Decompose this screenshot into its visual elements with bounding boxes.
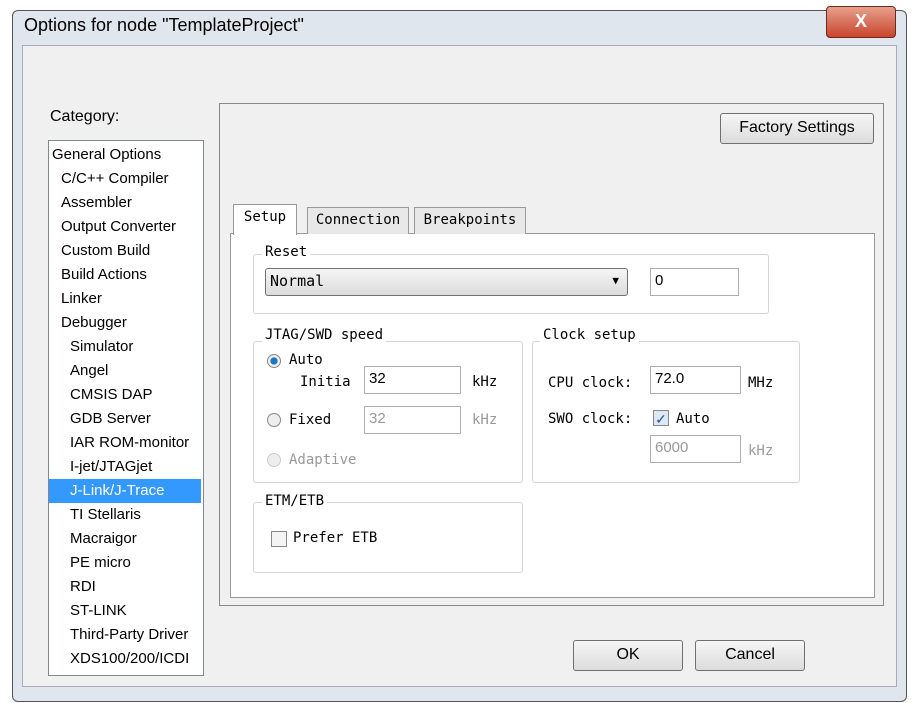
category-item[interactable]: Linker	[49, 287, 201, 311]
cpu-clock-label: CPU clock:	[548, 375, 633, 391]
close-button[interactable]: X	[826, 6, 896, 38]
fixed-label: Fixed	[289, 412, 332, 428]
category-item[interactable]: TI Stellaris	[49, 503, 201, 527]
cpu-clock-input[interactable]: 72.0	[650, 366, 741, 394]
category-item[interactable]: Debugger	[49, 311, 201, 335]
prefer-etb-checkbox[interactable]	[271, 531, 287, 547]
reset-delay-input[interactable]: 0	[650, 268, 739, 296]
category-label: Category:	[50, 108, 120, 125]
reset-label: Reset	[262, 244, 311, 260]
category-item[interactable]: XDS100/200/ICDI	[49, 647, 201, 671]
swo-clock-unit: kHz	[748, 443, 774, 459]
category-item[interactable]: Simulator	[49, 335, 201, 359]
fixed-radio[interactable]	[267, 413, 281, 427]
category-item[interactable]: C/C++ Compiler	[49, 167, 201, 191]
clock-setup-label: Clock setup	[540, 327, 639, 343]
category-item[interactable]: GDB Server	[49, 407, 201, 431]
initial-speed-input[interactable]: 32	[364, 366, 461, 394]
initial-label: Initia	[300, 374, 351, 390]
tab-connection[interactable]: Connection	[307, 207, 409, 234]
factory-settings-button[interactable]: Factory Settings	[720, 113, 874, 144]
category-item[interactable]: Custom Build	[49, 239, 201, 263]
fixed-unit: kHz	[472, 412, 498, 428]
category-item[interactable]: ST-LINK	[49, 599, 201, 623]
auto-label: Auto	[289, 352, 323, 368]
tab-breakpoints[interactable]: Breakpoints	[414, 207, 526, 234]
category-item[interactable]: General Options	[49, 143, 201, 167]
ok-button[interactable]: OK	[573, 640, 683, 671]
jtag-speed-label: JTAG/SWD speed	[262, 327, 387, 343]
cpu-clock-unit: MHz	[748, 375, 774, 391]
adaptive-radio[interactable]	[267, 453, 281, 467]
category-list[interactable]: General Options C/C++ Compiler Assembler Ou…	[48, 140, 204, 676]
category-item[interactable]: Assembler	[49, 191, 201, 215]
tab-setup[interactable]: Setup	[233, 204, 297, 235]
category-item[interactable]: CMSIS DAP	[49, 383, 201, 407]
swo-clock-input[interactable]: 6000	[650, 435, 741, 463]
chevron-down-icon: ▼	[612, 274, 619, 287]
category-item[interactable]: Output Converter	[49, 215, 201, 239]
category-item[interactable]: Macraigor	[49, 527, 201, 551]
adaptive-label: Adaptive	[289, 452, 357, 468]
category-item[interactable]: Third-Party Driver	[49, 623, 201, 647]
category-item[interactable]: Angel	[49, 359, 201, 383]
reset-mode-select[interactable]: Normal ▼	[265, 268, 628, 296]
swo-clock-label: SWO clock:	[548, 411, 633, 427]
fixed-speed-input[interactable]: 32	[364, 406, 461, 434]
category-item[interactable]: J-Link/J-Trace	[49, 479, 201, 503]
category-item[interactable]: IAR ROM-monitor	[49, 431, 201, 455]
reset-mode-value: Normal	[270, 272, 325, 290]
dialog-title: Options for node "TemplateProject"	[24, 15, 304, 35]
prefer-etb-label: Prefer ETB	[293, 530, 378, 546]
etm-label: ETM/ETB	[262, 493, 328, 509]
category-item[interactable]: RDI	[49, 575, 201, 599]
auto-radio[interactable]	[267, 354, 281, 368]
category-item[interactable]: Build Actions	[49, 263, 201, 287]
swo-auto-label: Auto	[676, 411, 710, 427]
initial-unit: kHz	[472, 374, 498, 390]
swo-auto-checkbox[interactable]: ✓	[653, 410, 669, 427]
category-item[interactable]: I-jet/JTAGjet	[49, 455, 201, 479]
category-item[interactable]: PE micro	[49, 551, 201, 575]
cancel-button[interactable]: Cancel	[695, 640, 805, 671]
